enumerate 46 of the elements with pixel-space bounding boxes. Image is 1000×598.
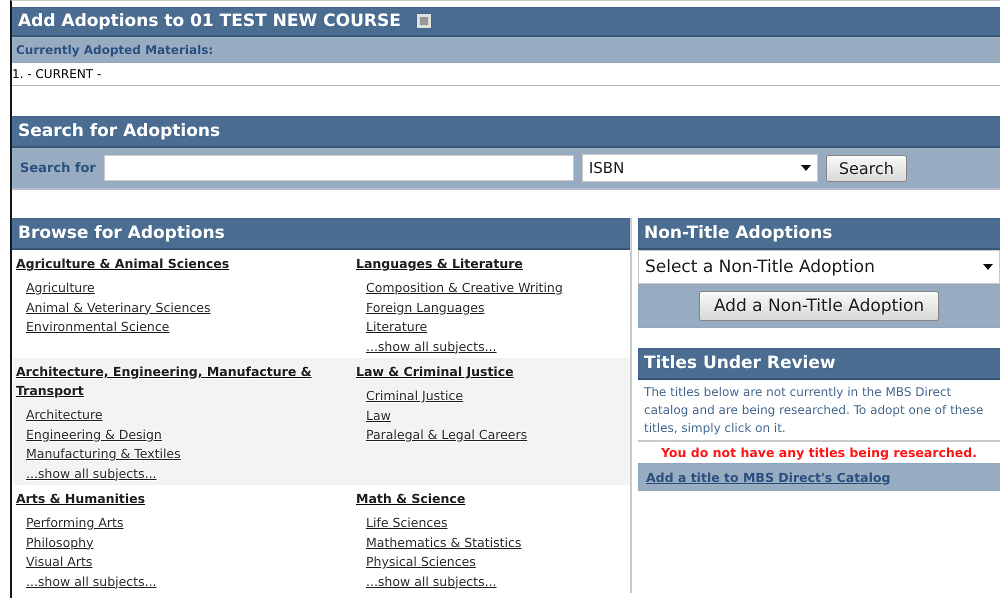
subject-link[interactable]: Literature bbox=[366, 317, 626, 336]
review-description: The titles below are not currently in the MBS Direct catalog and are being researched. To adopt one of these titles, simply click on it. bbox=[638, 380, 1000, 442]
show-all-link[interactable]: ...show all subjects... bbox=[366, 336, 626, 356]
subject-link[interactable]: Mathematics & Statistics bbox=[366, 532, 626, 552]
subject-link[interactable]: Environmental Science bbox=[26, 317, 348, 336]
subject-link[interactable]: Paralegal & Legal Careers bbox=[366, 425, 626, 444]
subject-link[interactable]: Philosophy bbox=[26, 532, 348, 552]
subject-link[interactable]: Foreign Languages bbox=[366, 298, 626, 317]
category-link[interactable]: Languages & Literature bbox=[356, 254, 626, 273]
empty-message: You do not have any titles being researched. bbox=[660, 444, 978, 462]
category-link[interactable]: Architecture, Engineering, Manufacture & Transport bbox=[16, 362, 348, 400]
help-icon[interactable] bbox=[416, 14, 431, 28]
adopted-item: 1. - CURRENT - bbox=[12, 63, 1000, 86]
search-button[interactable]: Search bbox=[826, 154, 907, 182]
subject-link[interactable]: Visual Arts bbox=[26, 552, 348, 572]
add-non-title-button[interactable]: Add a Non-Title Adoption bbox=[698, 291, 940, 321]
category-link[interactable]: Math & Science bbox=[356, 489, 626, 508]
show-all-link[interactable]: ...show all subjects... bbox=[366, 572, 626, 591]
subject-link[interactable]: Criminal Justice bbox=[366, 386, 626, 406]
subject-link[interactable]: Physical Sciences bbox=[366, 552, 626, 572]
subject-link[interactable]: Animal & Veterinary Sciences bbox=[26, 298, 348, 317]
category-link[interactable]: Agriculture & Animal Sciences bbox=[16, 254, 348, 273]
page-title-text: Add Adoptions to 01 TEST NEW COURSE bbox=[18, 11, 401, 31]
subject-link[interactable]: Engineering & Design bbox=[26, 424, 348, 444]
subject-link[interactable]: Manufacturing & Textiles bbox=[26, 444, 348, 464]
subject-link[interactable]: Architecture bbox=[26, 405, 348, 424]
section-header: Non-Title Adoptions bbox=[638, 218, 1000, 250]
section-header: Search for Adoptions bbox=[12, 116, 1000, 148]
dropdown-caret-icon bbox=[983, 264, 993, 270]
section-header: Browse for Adoptions bbox=[12, 218, 630, 250]
subject-link[interactable]: Law bbox=[366, 406, 626, 425]
section-header: Titles Under Review bbox=[638, 348, 1000, 380]
subject-link[interactable]: Life Sciences bbox=[366, 513, 626, 532]
section-label: Currently Adopted Materials: bbox=[12, 37, 1000, 63]
search-field[interactable] bbox=[104, 155, 574, 181]
show-all-link[interactable]: ...show all subjects... bbox=[26, 464, 348, 483]
dropdown-caret-icon bbox=[800, 165, 811, 171]
category-link[interactable]: Arts & Humanities bbox=[16, 489, 348, 508]
subject-link[interactable]: Performing Arts bbox=[26, 513, 348, 532]
subject-link[interactable]: Composition & Creative Writing bbox=[366, 278, 626, 298]
non-title-dropdown[interactable]: Select a Non-Title Adoption bbox=[638, 250, 1000, 284]
search-label: Search for bbox=[20, 160, 96, 176]
show-all-link[interactable]: ...show all subjects... bbox=[26, 572, 348, 591]
category-link[interactable]: Law & Criminal Justice bbox=[356, 362, 626, 381]
search-type-dropdown[interactable]: ISBN bbox=[582, 154, 818, 182]
subject-link[interactable]: Agriculture bbox=[26, 278, 348, 298]
